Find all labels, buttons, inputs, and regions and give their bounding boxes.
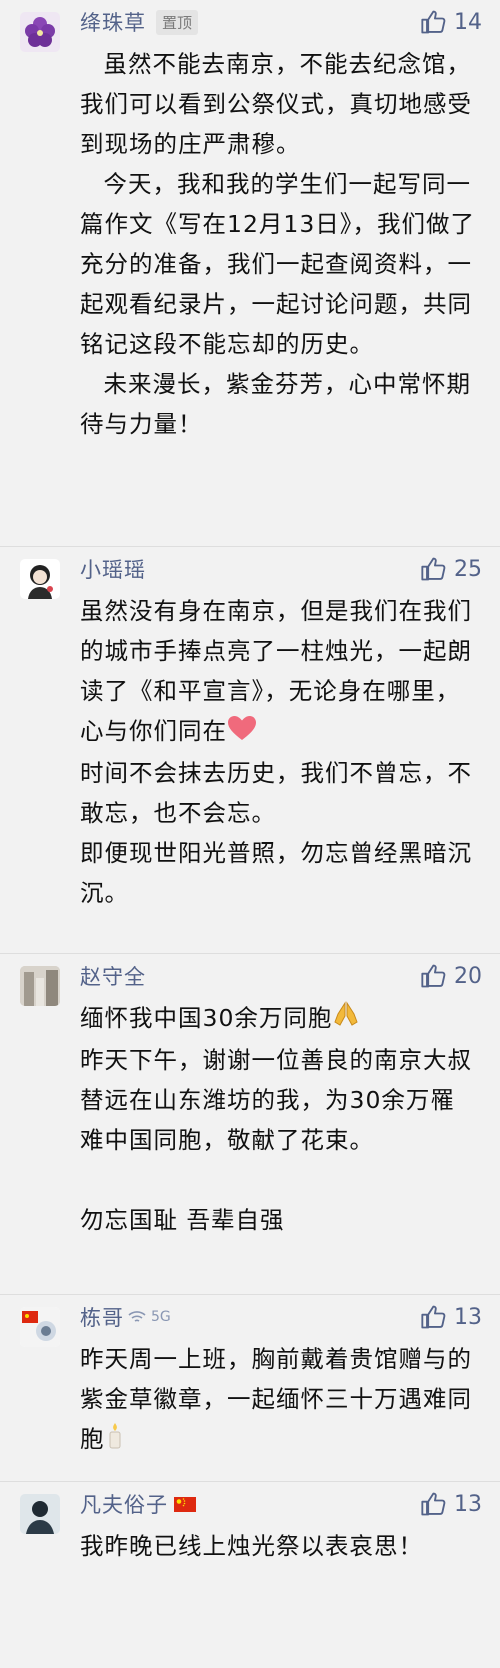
comment-text: 昨天周一上班，胸前戴着贵馆赠与的紫金草徽章，一起缅怀三十万遇难同胞 bbox=[80, 1339, 478, 1461]
candle-icon bbox=[105, 1421, 125, 1461]
commenter-name[interactable]: 栋哥 bbox=[80, 1302, 124, 1332]
person-photo-icon bbox=[20, 1494, 60, 1534]
comment-paragraph: 我昨晚已线上烛光祭以表哀思！ bbox=[80, 1532, 423, 1560]
commenter-name[interactable]: 赵守全 bbox=[80, 961, 146, 991]
girl-avatar-icon bbox=[28, 565, 53, 599]
comment-item: 赵守全 20 缅怀我中国30余万同胞 昨天下午，谢谢一位善良的南京大叔 替远在山… bbox=[0, 954, 500, 1294]
flower-icon bbox=[25, 17, 55, 47]
comment-header: 赵守全 bbox=[80, 954, 478, 998]
thumbs-up-icon bbox=[421, 1492, 446, 1516]
china-flag-icon bbox=[174, 1496, 196, 1512]
avatar[interactable] bbox=[20, 559, 60, 599]
comment-paragraph: 即便现世阳光普照，勿忘曾经黑暗沉沉。 bbox=[80, 838, 472, 907]
avatar[interactable] bbox=[20, 12, 60, 52]
like-count: 20 bbox=[454, 963, 482, 989]
folded-hands-icon bbox=[332, 1000, 360, 1040]
thumbs-up-icon bbox=[421, 964, 446, 988]
flag-avatar-icon bbox=[20, 1307, 60, 1347]
avatar[interactable] bbox=[20, 1307, 60, 1347]
avatar[interactable] bbox=[20, 966, 60, 1006]
commenter-name[interactable]: 绛珠草 bbox=[80, 7, 146, 37]
like-count: 25 bbox=[454, 556, 482, 582]
comment-item: 小瑶瑶 25 虽然没有身在南京，但是我们在我们的城市手捧点亮了一柱烛光，一起朗读… bbox=[0, 547, 500, 953]
comment-paragraph: 虽然没有身在南京，但是我们在我们的城市手捧点亮了一柱烛光，一起朗读了《和平宣言》… bbox=[80, 591, 478, 753]
wifi-icon bbox=[128, 1311, 146, 1322]
like-button[interactable]: 13 bbox=[420, 1303, 482, 1331]
network-label: 5G bbox=[151, 1309, 171, 1325]
comment-paragraph-text: 缅怀我中国30余万同胞 bbox=[80, 1004, 333, 1032]
comment-header: 凡夫俗子 bbox=[80, 1482, 478, 1526]
comment-paragraph: 昨天周一上班，胸前戴着贵馆赠与的紫金草徽章，一起缅怀三十万遇难同胞 bbox=[80, 1339, 478, 1461]
comment-item: 栋哥 5G 13 昨天周一上班，胸前戴着贵馆赠与的紫金草徽章，一起缅怀三十万遇难… bbox=[0, 1295, 500, 1481]
avatar[interactable] bbox=[20, 1494, 60, 1534]
comment-paragraph-text: 虽然没有身在南京，但是我们在我们的城市手捧点亮了一柱烛光，一起朗读了《和平宣言》… bbox=[80, 597, 472, 745]
comment-text: 我昨晚已线上烛光祭以表哀思！ bbox=[80, 1526, 478, 1566]
heart-icon bbox=[227, 713, 257, 753]
comment-item: 绛珠草 置顶 14 虽然不能去南京，不能去纪念馆，我们可以看到公祭仪式，真切地感… bbox=[0, 0, 500, 546]
like-count: 13 bbox=[454, 1304, 482, 1330]
comment-paragraph: 今天，我和我的学生们一起写同一篇作文《写在12月13日》，我们做了充分的准备，我… bbox=[80, 170, 476, 358]
comment-paragraph: 勿忘国耻 吾辈自强 bbox=[80, 1205, 285, 1234]
commenter-name[interactable]: 凡夫俗子 bbox=[80, 1489, 168, 1519]
thumbs-up-icon bbox=[421, 1305, 446, 1329]
comment-text: 虽然没有身在南京，但是我们在我们的城市手捧点亮了一柱烛光，一起朗读了《和平宣言》… bbox=[80, 591, 478, 913]
comment-text: 虽然不能去南京，不能去纪念馆，我们可以看到公祭仪式，真切地感受到现场的庄严肃穆。… bbox=[80, 44, 478, 444]
comment-paragraph: 替远在山东潍坊的我，为30余万罹难中国同胞，敬献了花束。 bbox=[80, 1085, 455, 1154]
building-photo-icon bbox=[20, 966, 60, 1006]
like-count: 14 bbox=[454, 9, 482, 35]
comment-text: 缅怀我中国30余万同胞 昨天下午，谢谢一位善良的南京大叔 替远在山东潍坊的我，为… bbox=[80, 998, 478, 1240]
comment-paragraph: 虽然不能去南京，不能去纪念馆，我们可以看到公祭仪式，真切地感受到现场的庄严肃穆。 bbox=[80, 50, 472, 158]
pinned-badge: 置顶 bbox=[156, 9, 199, 35]
comment-paragraph: 昨天下午，谢谢一位善良的南京大叔 bbox=[80, 1045, 472, 1074]
like-count: 13 bbox=[454, 1491, 482, 1517]
like-button[interactable]: 25 bbox=[420, 555, 482, 583]
comment-header: 小瑶瑶 bbox=[80, 547, 478, 591]
comment-header: 栋哥 5G bbox=[80, 1295, 478, 1339]
commenter-name[interactable]: 小瑶瑶 bbox=[80, 554, 146, 584]
comment-header: 绛珠草 置顶 bbox=[80, 0, 478, 44]
comment-paragraph: 未来漫长，紫金芬芳，心中常怀期待与力量！ bbox=[80, 370, 471, 438]
like-button[interactable]: 13 bbox=[420, 1490, 482, 1518]
comment-item: 凡夫俗子 13 我昨晚已线上烛光祭以表哀思！ bbox=[0, 1482, 500, 1668]
like-button[interactable]: 20 bbox=[420, 962, 482, 990]
comment-paragraph-text: 昨天周一上班，胸前戴着贵馆赠与的紫金草徽章，一起缅怀三十万遇难同胞 bbox=[80, 1345, 472, 1453]
like-button[interactable]: 14 bbox=[420, 8, 482, 36]
thumbs-up-icon bbox=[421, 557, 446, 581]
thumbs-up-icon bbox=[421, 10, 446, 34]
comment-paragraph: 缅怀我中国30余万同胞 bbox=[80, 998, 478, 1040]
comment-paragraph: 时间不会抹去历史，我们不曾忘，不敢忘，也不会忘。 bbox=[80, 758, 472, 827]
